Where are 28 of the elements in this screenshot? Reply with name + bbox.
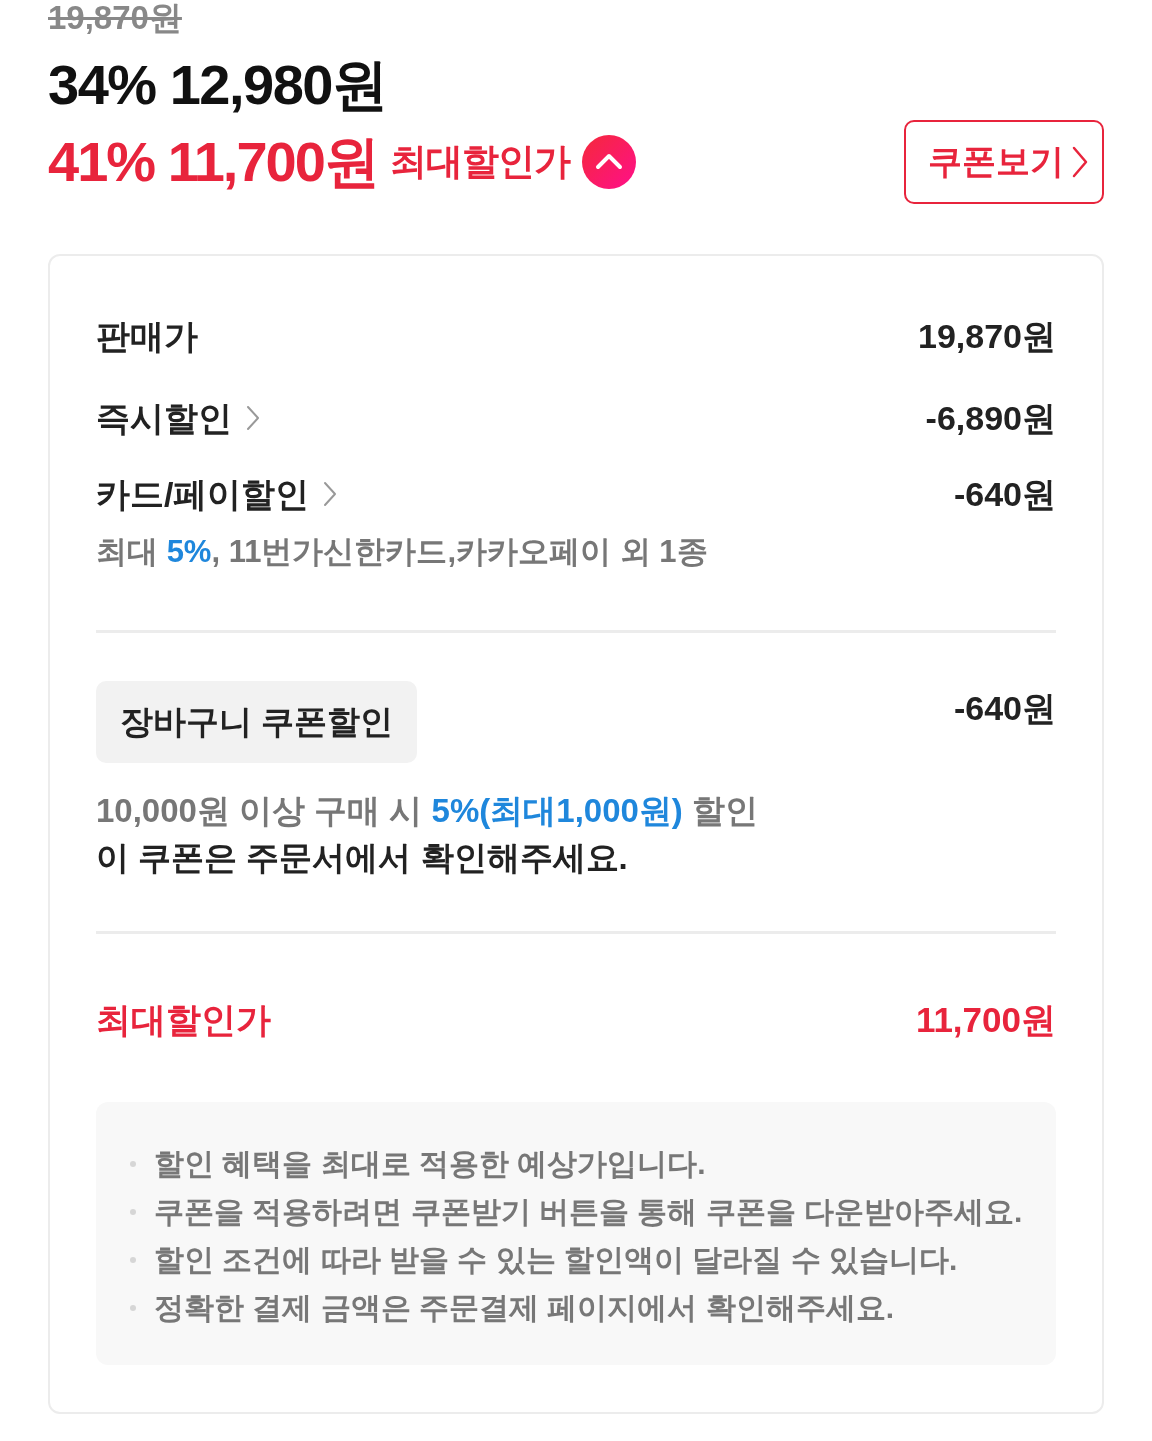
total-amount: 11,700원 [915,999,1056,1041]
coupon-view-button[interactable]: 쿠폰보기 [904,120,1104,204]
bullet-icon [130,1257,136,1263]
chevron-right-icon [1072,146,1088,178]
discount-label[interactable]: 즉시할인 [96,396,232,440]
discount-label[interactable]: 카드/페이할인 [96,472,310,516]
notice-text: 쿠폰을 적용하려면 쿠폰받기 버튼을 통해 쿠폰을 다운받아주세요. [154,1194,1023,1230]
chevron-circle-icon[interactable] [581,135,636,189]
bullet-icon [130,1305,136,1311]
sale-price: 34% 12,980원 [48,54,387,116]
coupon-label-chip: 장바구니 쿠폰할인 [96,681,418,763]
max-discount-price: 41% 11,700원 [48,129,378,195]
bullet-icon [130,1161,136,1167]
total-label: 최대할인가 [96,999,271,1041]
original-price: 19,870원 [48,0,182,36]
notice-text: 할인 조건에 따라 받을 수 있는 할인액이 달라질 수 있습니다. [154,1242,958,1278]
discount-amount: -6,890원 [925,398,1056,439]
coupon-amount: -640원 [953,688,1056,729]
notice-text: 할인 혜택을 최대로 적용한 예상가입니다. [154,1146,706,1182]
discount-amount: -640원 [953,474,1056,515]
discount-amount: 19,870원 [918,316,1056,357]
coupon-note: 이 쿠폰은 주문서에서 확인해주세요. [96,838,629,878]
max-discount-label: 최대할인가 [389,140,570,184]
card-discount-detail: 최대 5%, 11번가신한카드,카카오페이 외 1종 [96,533,709,571]
bullet-icon [130,1209,136,1215]
notice-text: 정확한 결제 금액은 주문결제 페이지에서 확인해주세요. [154,1290,894,1326]
discount-label: 판매가 [96,316,198,357]
coupon-condition: 10,000원 이상 구매 시 5%(최대1,000원) 할인 [96,791,760,831]
